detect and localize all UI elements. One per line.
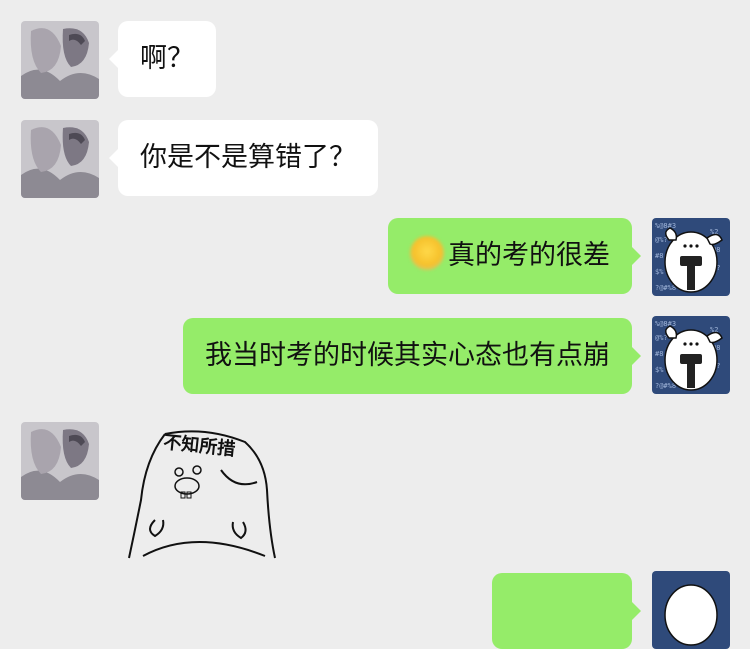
svg-text:?@#%8: ?@#%8: [655, 284, 676, 292]
contact-avatar[interactable]: [21, 422, 99, 500]
message-bubble-outgoing[interactable]: 我当时考的时候其实心态也有点崩: [183, 318, 641, 394]
message-text: 啊？: [140, 43, 194, 74]
svg-text:@%?: @%?: [655, 334, 668, 342]
svg-text:?@#%8: ?@#%8: [655, 382, 676, 390]
svg-text:#8: #8: [655, 350, 663, 358]
crying-laughing-emoji-icon: [410, 236, 444, 270]
message-text: 真的考的很差: [448, 240, 610, 271]
svg-text:#8: #8: [655, 252, 663, 260]
my-avatar[interactable]: %@8#3@%?#8$%?@#%8 %2@8#?: [652, 316, 730, 394]
message-bubble-incoming[interactable]: 你是不是算错了？: [109, 120, 378, 196]
svg-text:@%?: @%?: [655, 236, 668, 244]
svg-text:%@8#3: %@8#3: [655, 222, 676, 230]
message-bubble-outgoing[interactable]: 真的考的很差: [388, 218, 641, 294]
message-bubble-incoming[interactable]: 啊？: [109, 21, 216, 97]
my-avatar[interactable]: [652, 571, 730, 649]
my-avatar[interactable]: %@8#3@%?#8$%?@#%8 %2@8#?: [652, 218, 730, 296]
sticker-message[interactable]: 不知所措: [125, 420, 285, 560]
svg-text:$%: $%: [655, 268, 664, 276]
contact-avatar[interactable]: [21, 21, 99, 99]
contact-avatar[interactable]: [21, 120, 99, 198]
message-bubble-outgoing[interactable]: [492, 573, 641, 649]
message-text: 你是不是算错了？: [140, 142, 356, 173]
svg-text:%@8#3: %@8#3: [655, 320, 676, 328]
message-text: 我当时考的时候其实心态也有点崩: [205, 340, 610, 371]
svg-text:$%: $%: [655, 366, 664, 374]
